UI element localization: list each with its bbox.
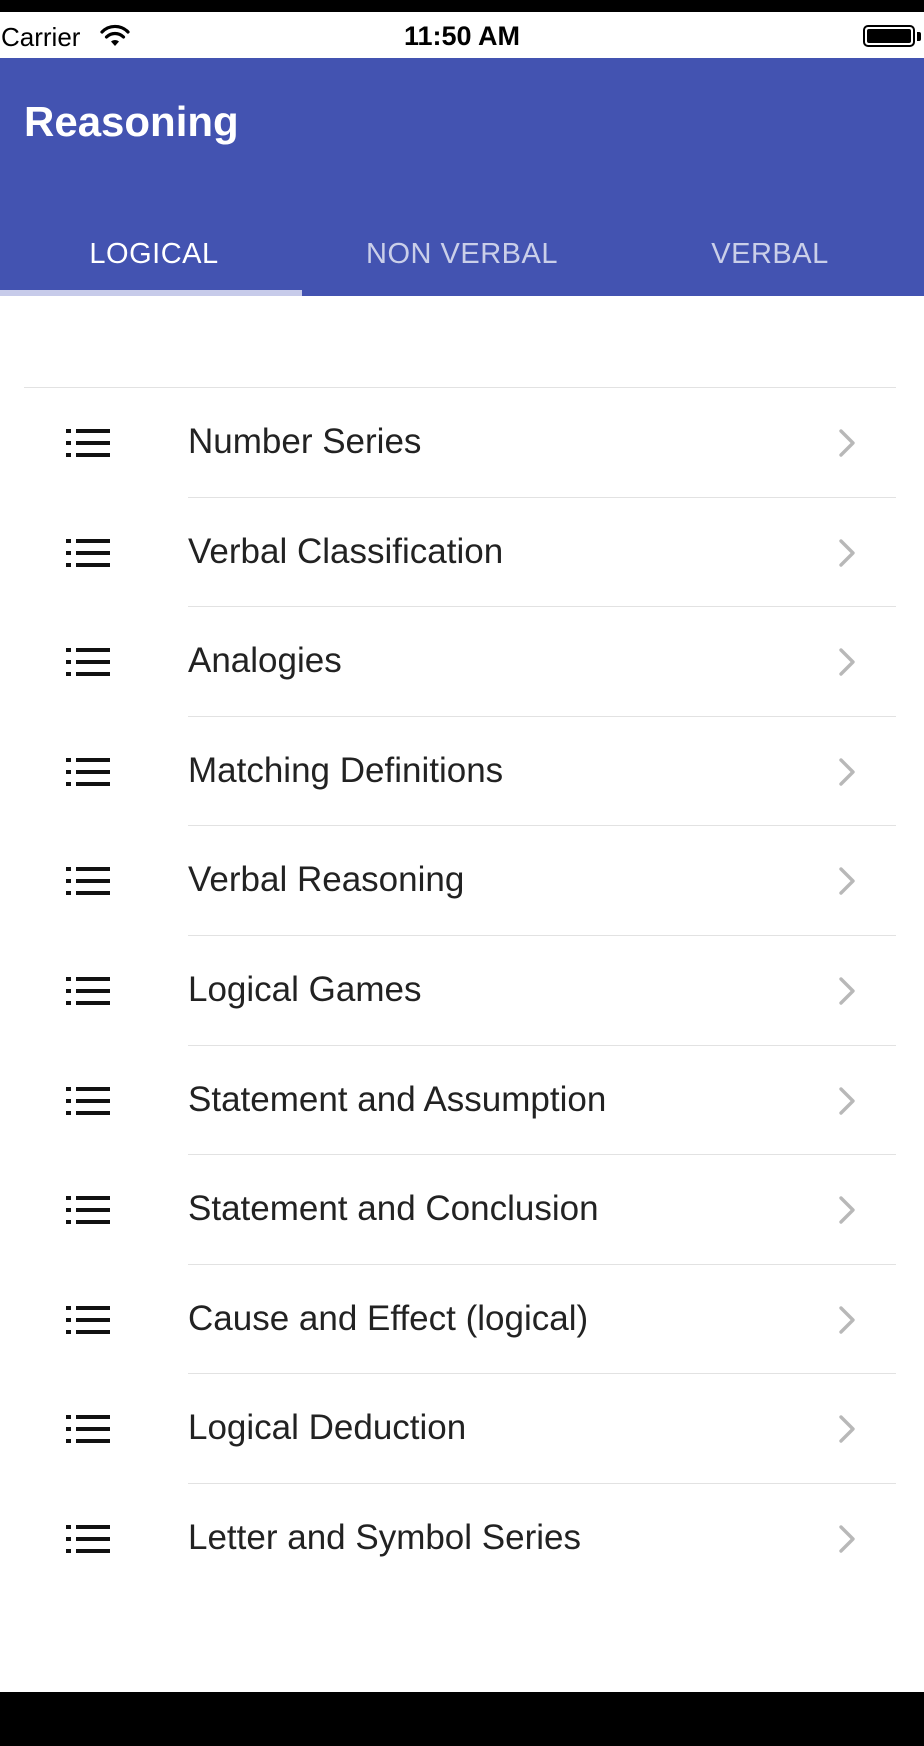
list-item-label: Cause and Effect (logical) bbox=[188, 1298, 589, 1338]
chevron-right-icon bbox=[839, 1196, 855, 1224]
tab-verbal[interactable]: VERBAL bbox=[616, 208, 924, 296]
list-item-label: Logical Games bbox=[188, 969, 422, 1009]
tab-bar: LOGICAL NON VERBAL VERBAL bbox=[0, 208, 924, 296]
list-icon bbox=[66, 1086, 110, 1115]
chevron-right-icon bbox=[839, 429, 855, 457]
chevron-right-icon bbox=[839, 1525, 855, 1553]
chevron-right-icon bbox=[839, 1415, 855, 1444]
list-item-label: Verbal Reasoning bbox=[188, 860, 465, 900]
active-tab-indicator bbox=[0, 290, 302, 296]
list-item-label: Matching Definitions bbox=[188, 750, 504, 790]
list-icon bbox=[66, 1524, 110, 1553]
list-icon bbox=[66, 1196, 110, 1225]
list-item-number-series[interactable]: Number Series bbox=[24, 388, 896, 498]
chevron-right-icon bbox=[839, 648, 855, 676]
top-bezel bbox=[0, 0, 924, 12]
list-icon bbox=[66, 429, 110, 457]
list-item-label: Verbal Classification bbox=[188, 531, 504, 571]
list-item-label: Statement and Assumption bbox=[188, 1079, 607, 1119]
tab-logical[interactable]: LOGICAL bbox=[0, 208, 308, 296]
battery-icon bbox=[863, 25, 915, 47]
chevron-right-icon bbox=[839, 1306, 855, 1334]
bottom-bezel bbox=[0, 1692, 924, 1746]
list-item-analogies[interactable]: Analogies bbox=[24, 607, 896, 717]
chevron-right-icon bbox=[839, 977, 855, 1005]
status-bar: Carrier 11:50 AM bbox=[0, 12, 924, 58]
list-icon bbox=[66, 976, 110, 1005]
app-bar: Reasoning LOGICAL NON VERBAL VERBAL bbox=[0, 58, 924, 296]
list-item-letter-and-symbol-series[interactable]: Letter and Symbol Series bbox=[24, 1484, 896, 1594]
list-icon bbox=[66, 757, 110, 786]
list-item-statement-and-assumption[interactable]: Statement and Assumption bbox=[24, 1046, 896, 1156]
list-item-logical-games[interactable]: Logical Games bbox=[24, 936, 896, 1046]
list-item-verbal-reasoning[interactable]: Verbal Reasoning bbox=[24, 826, 896, 936]
clock: 11:50 AM bbox=[403, 21, 521, 51]
chevron-right-icon bbox=[839, 1086, 855, 1115]
list-item-logical-deduction[interactable]: Logical Deduction bbox=[24, 1374, 896, 1484]
chevron-right-icon bbox=[839, 758, 855, 786]
chevron-right-icon bbox=[839, 538, 855, 567]
list-item-label: Number Series bbox=[188, 422, 422, 461]
list-item-label: Logical Deduction bbox=[188, 1408, 467, 1448]
list-icon bbox=[66, 538, 110, 567]
list-item-cause-and-effect-logical[interactable]: Cause and Effect (logical) bbox=[24, 1265, 896, 1375]
chevron-right-icon bbox=[839, 867, 855, 896]
list-item-statement-and-conclusion[interactable]: Statement and Conclusion bbox=[24, 1155, 896, 1265]
tab-non-verbal[interactable]: NON VERBAL bbox=[308, 208, 616, 296]
page-title: Reasoning bbox=[24, 98, 239, 145]
list-item-matching-definitions[interactable]: Matching Definitions bbox=[24, 717, 896, 827]
list-icon bbox=[66, 867, 110, 896]
list-item-label: Analogies bbox=[188, 641, 342, 681]
topic-list: Number Series Verbal Classification Analog… bbox=[24, 387, 896, 1594]
list-item-verbal-classification[interactable]: Verbal Classification bbox=[24, 498, 896, 608]
list-icon bbox=[66, 648, 110, 677]
battery-tip bbox=[917, 32, 921, 41]
list-icon bbox=[66, 1415, 110, 1444]
list-icon bbox=[66, 1305, 110, 1334]
list-item-label: Letter and Symbol Series bbox=[188, 1517, 581, 1557]
list-item-label: Statement and Conclusion bbox=[188, 1189, 599, 1229]
